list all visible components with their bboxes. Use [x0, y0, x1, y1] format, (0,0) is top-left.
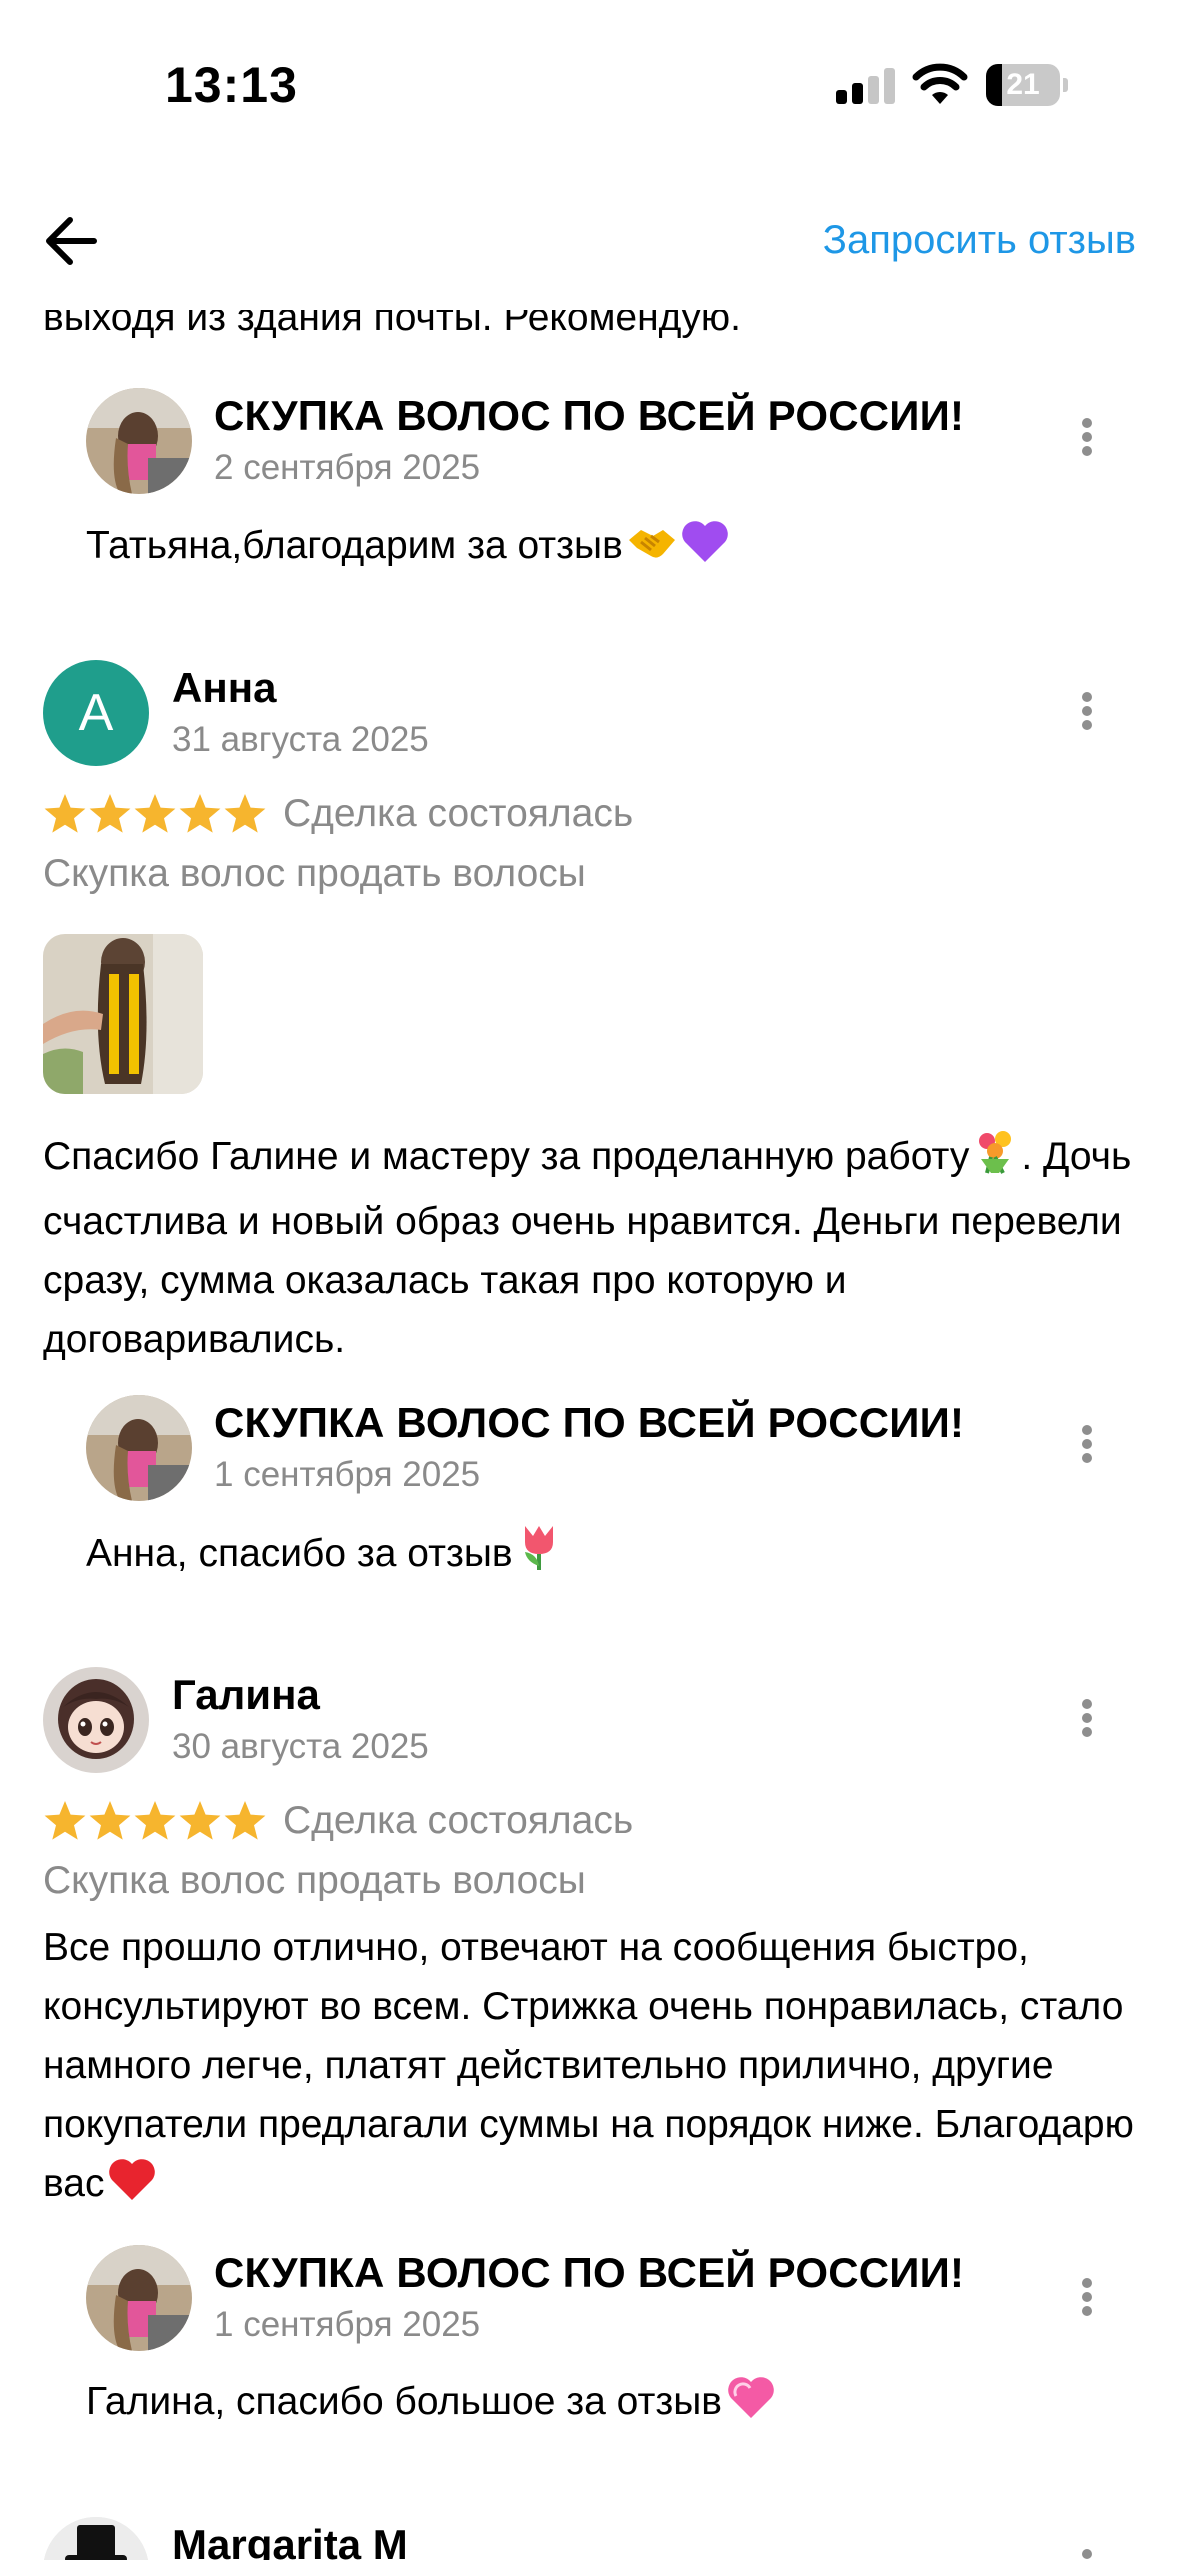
request-review-button[interactable]: Запросить отзыв — [823, 218, 1136, 263]
review-text: Спасибо Галине и мастеру за проделанную … — [43, 1127, 1143, 1369]
red-heart-emoji — [108, 2156, 156, 2219]
more-options-icon[interactable] — [1067, 1687, 1107, 1747]
tulip-emoji — [517, 1522, 561, 1589]
review-date: 31 августа 2025 — [172, 720, 429, 759]
more-options-icon[interactable] — [1067, 406, 1107, 466]
seller-name: СКУПКА ВОЛОС ПО ВСЕЙ РОССИИ! — [214, 2249, 965, 2296]
seller-avatar — [86, 2245, 192, 2351]
battery-level: 21 — [1006, 68, 1040, 101]
user-avatar — [43, 1667, 149, 1773]
more-options-icon[interactable] — [1067, 1413, 1107, 1473]
purple-heart-emoji — [681, 518, 729, 581]
battery-icon: 21 — [986, 64, 1068, 106]
status-bar: 13:13 21 — [0, 0, 1178, 170]
review-photo-thumbnail[interactable] — [43, 934, 203, 1094]
wifi-icon — [912, 63, 968, 104]
user-avatar: А — [43, 660, 149, 766]
deal-status: Сделка состоялась — [283, 1799, 634, 1842]
more-options-icon[interactable] — [1067, 2266, 1107, 2326]
star-rating — [43, 792, 268, 838]
cellular-signal-icon — [836, 68, 896, 104]
reviewer-name: Анна — [172, 664, 277, 711]
avatar-initial: А — [78, 684, 114, 742]
reply-text: Татьяна,благодарим за отзыв — [86, 516, 729, 581]
seller-name: СКУПКА ВОЛОС ПО ВСЕЙ РОССИИ! — [214, 1399, 965, 1446]
reviewer-name: Галина — [172, 1671, 320, 1718]
reply-date: 1 сентября 2025 — [214, 1455, 481, 1494]
reply-text: Анна, спасибо за отзыв — [86, 1522, 561, 1589]
seller-name: СКУПКА ВОЛОС ПО ВСЕЙ РОССИИ! — [214, 392, 965, 439]
review-date: 30 августа 2025 — [172, 1727, 429, 1766]
seller-avatar — [86, 388, 192, 494]
handshake-emoji — [627, 520, 677, 581]
reviews-screen: 13:13 21 Запросить отзыв выходя из здани… — [0, 0, 1178, 2560]
reply-text: Галина, спасибо большое за отзыв — [86, 2372, 776, 2437]
reviewer-name: Margarita M — [172, 2521, 408, 2560]
reply-date: 1 сентября 2025 — [214, 2305, 481, 2344]
reply-date: 2 сентября 2025 — [214, 448, 481, 487]
pink-heart-emoji — [726, 2374, 776, 2437]
user-avatar — [43, 2517, 149, 2560]
star-rating — [43, 1799, 268, 1845]
deal-status: Сделка состоялась — [283, 792, 634, 835]
more-options-icon[interactable] — [1067, 2537, 1107, 2560]
back-arrow-icon[interactable] — [38, 206, 108, 276]
more-options-icon[interactable] — [1067, 680, 1107, 740]
review-text: Все прошло отлично, отвечают на сообщени… — [43, 1918, 1153, 2219]
service-name: Скупка волос продать волосы — [43, 1859, 586, 1902]
service-name: Скупка волос продать волосы — [43, 852, 586, 895]
bouquet-emoji — [973, 1129, 1021, 1192]
seller-avatar — [86, 1395, 192, 1501]
status-time: 13:13 — [165, 57, 298, 113]
nav-bar: Запросить отзыв — [0, 170, 1178, 310]
